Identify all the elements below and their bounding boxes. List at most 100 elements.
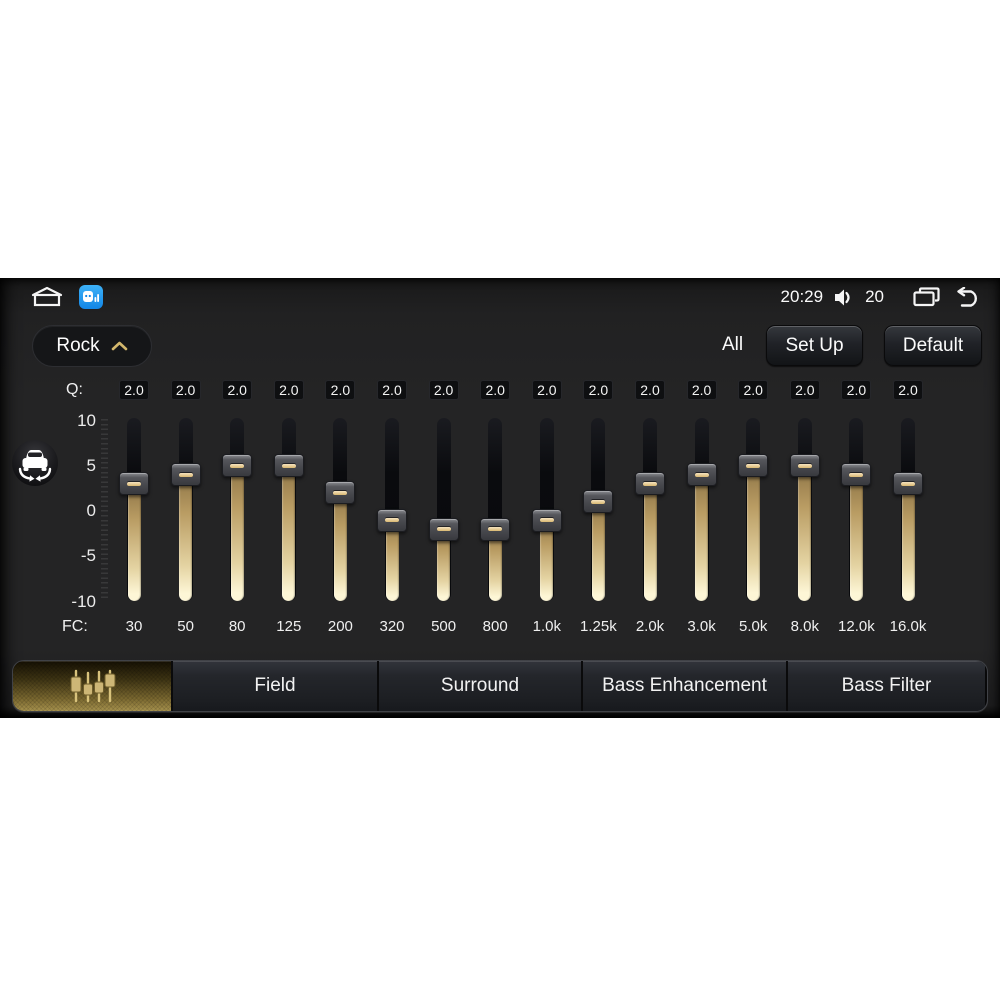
eq-gain-slider[interactable] [676, 418, 728, 601]
slider-thumb[interactable] [222, 454, 253, 478]
slider-fill [695, 474, 709, 601]
eq-gain-slider[interactable] [779, 418, 831, 602]
eq-band-column: 2.0 50 [160, 278, 212, 718]
thumb-grip [591, 500, 606, 504]
q-value-chip[interactable]: 2.0 [893, 380, 923, 400]
thumb-grip [281, 464, 296, 468]
q-value-chip[interactable]: 2.0 [325, 380, 356, 400]
eq-band-column: 2.0 2.0k [624, 278, 676, 718]
thumb-grip [643, 482, 657, 486]
slider-fill [333, 492, 347, 601]
tab-label: Field [254, 675, 296, 696]
eq-band-column: 2.0 200 [314, 278, 366, 718]
eq-gain-slider[interactable] [160, 418, 212, 601]
q-value-chip[interactable]: 2.0 [377, 380, 407, 400]
eq-gain-slider[interactable] [263, 418, 315, 602]
q-value-chip[interactable]: 2.0 [222, 380, 253, 400]
tab-field[interactable]: Field [171, 661, 377, 711]
eq-gain-slider[interactable] [314, 418, 366, 601]
tab-bass-enhancement[interactable]: Bass Enhancement [581, 661, 786, 711]
eq-gain-slider[interactable] [469, 418, 521, 601]
tab-equalizer[interactable] [13, 661, 171, 711]
eq-band-column: 2.0 16.0k [882, 278, 934, 718]
tab-surround[interactable]: Surround [377, 661, 581, 711]
thumb-grip [901, 482, 915, 486]
q-value-chip[interactable]: 2.0 [635, 380, 665, 400]
slider-thumb[interactable] [893, 472, 923, 496]
sound-field-car-button[interactable] [11, 439, 59, 487]
q-value-chip[interactable]: 2.0 [738, 380, 769, 400]
gain-axis-tick: 5 [86, 455, 96, 475]
slider-thumb[interactable] [583, 490, 614, 514]
gain-axis-tick: 0 [86, 501, 96, 520]
slider-fill [643, 483, 657, 601]
back-arrow-icon[interactable] [952, 286, 982, 308]
thumb-grip [849, 473, 864, 477]
eq-gain-slider[interactable] [366, 418, 418, 601]
q-value-chip[interactable]: 2.0 [480, 380, 511, 400]
slider-thumb[interactable] [480, 517, 511, 541]
gain-axis-tick: -10 [71, 591, 96, 611]
eq-band-column: 2.0 800 [469, 278, 521, 718]
tab-label: Bass Enhancement [602, 675, 767, 696]
slider-fill [540, 520, 554, 601]
voice-assistant-icon[interactable] [79, 285, 103, 309]
eq-band-column: 2.0 1.25k [572, 278, 624, 718]
slider-fill [385, 520, 399, 601]
thumb-grip [385, 518, 399, 522]
eq-band-column: 2.0 5.0k [727, 278, 779, 718]
q-value-chip[interactable]: 2.0 [789, 380, 820, 400]
thumb-grip [797, 464, 812, 468]
slider-fill [591, 501, 605, 601]
preset-label: Rock [56, 335, 100, 356]
q-value-chip[interactable]: 2.0 [273, 380, 304, 400]
slider-thumb[interactable] [119, 472, 149, 496]
eq-gain-slider[interactable] [830, 418, 882, 601]
q-value-chip[interactable]: 2.0 [583, 380, 614, 400]
slider-thumb[interactable] [273, 454, 304, 478]
slider-thumb[interactable] [841, 463, 872, 487]
band-frequency-label: 16.0k [889, 618, 927, 635]
tab-bass-filter[interactable]: Bass Filter [786, 661, 985, 711]
slider-thumb[interactable] [789, 454, 820, 478]
eq-gain-slider[interactable] [418, 418, 470, 601]
eq-gain-slider[interactable] [624, 418, 676, 601]
eq-gain-slider[interactable] [727, 418, 779, 602]
slider-fill [798, 465, 812, 602]
q-value-chip[interactable]: 2.0 [531, 380, 562, 400]
slider-thumb[interactable] [635, 472, 665, 496]
thumb-grip [178, 473, 193, 477]
eq-gain-slider[interactable] [882, 418, 934, 601]
slider-thumb[interactable] [531, 508, 562, 532]
tab-label: Bass Filter [841, 675, 932, 696]
slider-fill [230, 465, 244, 602]
q-value-chip[interactable]: 2.0 [428, 380, 459, 400]
q-row-label: Q: [66, 381, 83, 398]
q-value-chip[interactable]: 2.0 [841, 380, 872, 400]
eq-band-column: 2.0 320 [366, 278, 418, 718]
eq-gain-slider[interactable] [521, 418, 573, 601]
eq-band-column: 2.0 12.0k [830, 278, 882, 718]
slider-thumb[interactable] [325, 481, 356, 505]
thumb-grip [746, 464, 761, 468]
head-unit-screen: 20:29 20 Rock All Set Up Default Q: FC: … [0, 278, 1000, 718]
eq-gain-slider[interactable] [211, 418, 263, 602]
q-value-chip[interactable]: 2.0 [170, 380, 201, 400]
slider-thumb[interactable] [170, 463, 201, 487]
slider-thumb[interactable] [377, 508, 407, 532]
eq-gain-slider[interactable] [108, 418, 160, 601]
slider-thumb[interactable] [686, 463, 717, 487]
slider-thumb[interactable] [738, 454, 769, 478]
q-value-chip[interactable]: 2.0 [119, 380, 149, 400]
eq-gain-slider[interactable] [572, 418, 624, 601]
thumb-grip [488, 527, 503, 531]
gain-axis-tick: 10 [77, 410, 96, 430]
q-value-chip[interactable]: 2.0 [686, 380, 717, 400]
thumb-grip [230, 464, 245, 468]
thumb-grip [694, 473, 709, 477]
slider-thumb[interactable] [428, 517, 459, 541]
slider-fill [127, 483, 141, 601]
gain-axis-tick: -5 [80, 546, 96, 566]
home-icon[interactable] [30, 286, 64, 308]
gain-axis-ruler [101, 419, 108, 601]
